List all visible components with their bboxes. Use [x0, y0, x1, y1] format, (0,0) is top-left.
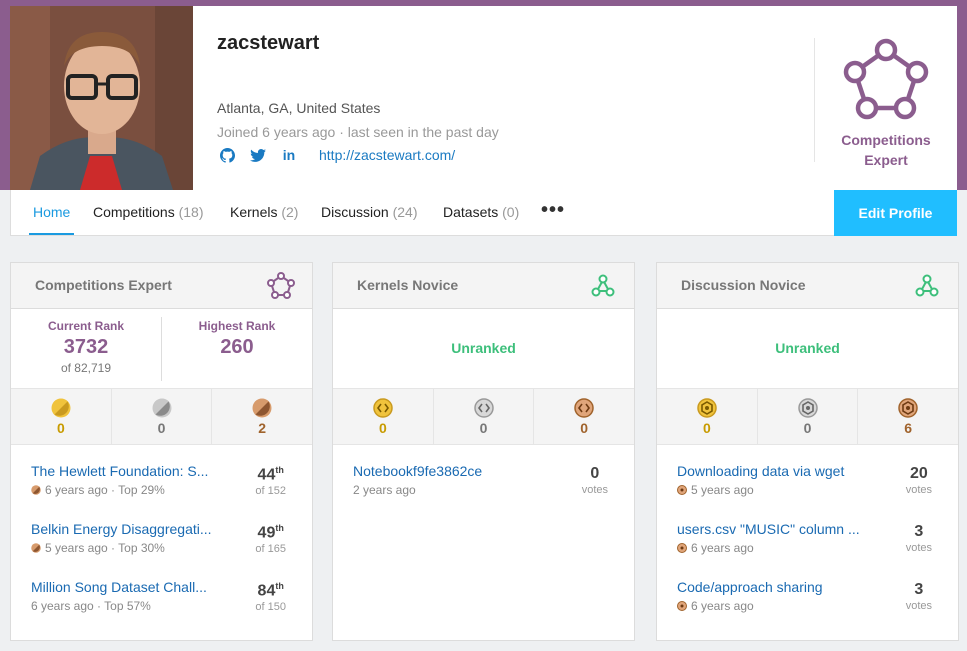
- card-header: Kernels Novice: [333, 263, 634, 309]
- silver-medal-icon: [152, 398, 172, 418]
- rank-result: 44th of 152: [255, 465, 286, 498]
- joined-info: Joined 6 years ago · last seen in the pa…: [217, 124, 499, 140]
- bronze-medal-count: 6: [857, 389, 958, 444]
- gold-medal-icon: [51, 398, 71, 418]
- tier-label: Competitions Expert: [841, 132, 931, 168]
- website-link[interactable]: http://zacstewart.com/: [319, 147, 455, 163]
- username: zacstewart: [217, 32, 320, 54]
- gold-medal-count: 0: [11, 389, 111, 444]
- social-links: in http://zacstewart.com/: [217, 147, 455, 163]
- tier-badge: Competitions Expert: [815, 36, 957, 176]
- medal-counts: 0 0 2: [11, 389, 312, 445]
- github-icon[interactable]: [217, 147, 237, 163]
- silver-medal-count: 0: [432, 389, 534, 444]
- twitter-icon[interactable]: [248, 147, 268, 163]
- medal-counts: 0 0 6: [657, 389, 958, 445]
- current-rank: Current Rank 3732 of 82,719: [47, 319, 124, 375]
- silver-code-medal-icon: [473, 398, 494, 418]
- medal-counts: 0 0 0: [333, 389, 634, 445]
- silver-medal-count: 0: [110, 389, 212, 444]
- location: Atlanta, GA, United States: [217, 100, 381, 116]
- tab-kernels[interactable]: Kernels (2): [230, 190, 298, 235]
- vote-count: 20 votes: [905, 465, 932, 496]
- rank-result: 84th of 150: [255, 581, 286, 614]
- kernels-card: Kernels Novice Unranked 0 0 0 Notebookf9…: [332, 262, 635, 641]
- rank-status: Unranked: [657, 309, 958, 389]
- silver-medal-count: 0: [756, 389, 858, 444]
- list-item[interactable]: Million Song Dataset Chall... 6 years ag…: [11, 579, 312, 635]
- card-title: Kernels Novice: [357, 277, 459, 293]
- bronze-medal-icon: [31, 543, 41, 553]
- competitions-tier-icon: [843, 38, 929, 120]
- bronze-discussion-medal-icon: [677, 601, 687, 611]
- vote-count: 3 votes: [905, 523, 932, 554]
- gold-medal-count: 0: [333, 389, 433, 444]
- card-header: Discussion Novice: [657, 263, 958, 309]
- discussion-tier-icon: [912, 271, 942, 306]
- tab-home[interactable]: Home: [28, 190, 75, 235]
- gold-discussion-medal-icon: [697, 398, 717, 418]
- list-item[interactable]: Code/approach sharing 6 years ago 3 votes: [657, 579, 958, 635]
- list-item[interactable]: users.csv "MUSIC" column ... 6 years ago…: [657, 521, 958, 577]
- edit-profile-button[interactable]: Edit Profile: [834, 190, 957, 236]
- highest-rank: Highest Rank 260: [198, 319, 276, 358]
- linkedin-icon[interactable]: in: [279, 147, 299, 163]
- bronze-medal-icon: [31, 485, 41, 495]
- tab-datasets[interactable]: Datasets (0): [443, 190, 519, 235]
- rank-result: 49th of 165: [255, 523, 286, 556]
- bronze-code-medal-icon: [574, 398, 594, 418]
- rank-area: Current Rank 3732 of 82,719 Highest Rank…: [11, 309, 312, 389]
- list-item[interactable]: Downloading data via wget 5 years ago 20…: [657, 463, 958, 519]
- silver-discussion-medal-icon: [797, 398, 818, 418]
- kernels-tier-icon: [588, 271, 618, 306]
- vote-count: 3 votes: [905, 581, 932, 612]
- bronze-discussion-medal-icon: [898, 398, 918, 418]
- profile-nav: Home Competitions (18) Kernels (2) Discu…: [10, 190, 957, 236]
- list-item[interactable]: Belkin Energy Disaggregati... 5 years ag…: [11, 521, 312, 577]
- list-item[interactable]: The Hewlett Foundation: S... 6 years ago…: [11, 463, 312, 519]
- gold-medal-count: 0: [657, 389, 757, 444]
- card-header: Competitions Expert: [11, 263, 312, 309]
- bronze-medal-count: 0: [533, 389, 634, 444]
- discussion-card: Discussion Novice Unranked 0 0 6 Downloa…: [656, 262, 959, 641]
- bronze-discussion-medal-icon: [677, 485, 687, 495]
- card-title: Competitions Expert: [35, 277, 172, 293]
- vote-count: 0 votes: [581, 465, 608, 496]
- competitions-tier-icon: [266, 271, 296, 306]
- rank-status: Unranked: [333, 309, 634, 389]
- tab-discussion[interactable]: Discussion (24): [321, 190, 418, 235]
- competitions-card: Competitions Expert Current Rank 3732 of…: [10, 262, 313, 641]
- bronze-medal-count: 2: [211, 389, 312, 444]
- list-item[interactable]: Notebookf9fe3862ce 2 years ago 0 votes: [333, 463, 634, 519]
- avatar[interactable]: [10, 6, 193, 190]
- gold-code-medal-icon: [373, 398, 393, 418]
- bronze-discussion-medal-icon: [677, 543, 687, 553]
- more-menu-icon[interactable]: •••: [541, 190, 565, 235]
- card-title: Discussion Novice: [681, 277, 806, 293]
- bronze-medal-icon: [252, 398, 272, 418]
- profile-header: zacstewart Atlanta, GA, United States Jo…: [10, 6, 957, 190]
- tab-competitions[interactable]: Competitions (18): [93, 190, 204, 235]
